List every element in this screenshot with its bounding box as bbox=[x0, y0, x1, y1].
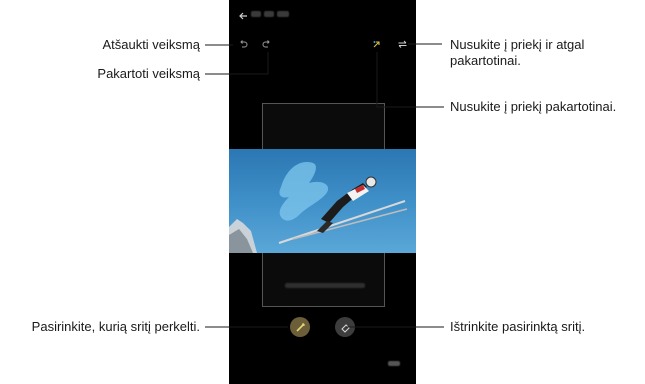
callout-forward: Nusukite į priekį pakartotinai. bbox=[450, 99, 617, 114]
callout-erase-area: Ištrinkite pasirinktą sritį. bbox=[450, 319, 586, 334]
eraser-icon bbox=[340, 323, 350, 333]
forward-repeat-icon[interactable] bbox=[372, 39, 382, 49]
back-arrow-icon[interactable] bbox=[238, 11, 248, 21]
callout-undo: Atšaukti veiksmą bbox=[102, 37, 200, 52]
eraser-button[interactable] bbox=[335, 317, 355, 337]
callout-select-area: Pasirinkite, kurią sritį perkelti. bbox=[31, 319, 200, 334]
brush-button[interactable] bbox=[290, 317, 310, 337]
brush-icon bbox=[295, 322, 305, 332]
callout-rewind-forward-line2: pakartotinai. bbox=[450, 53, 521, 68]
redo-icon[interactable] bbox=[262, 39, 272, 49]
done-button[interactable] bbox=[388, 361, 400, 366]
screen-title bbox=[251, 11, 289, 18]
callout-rewind-forward-line1: Nusukite į priekį ir atgal bbox=[450, 37, 585, 52]
loop-icon[interactable] bbox=[397, 39, 408, 49]
frame-caption bbox=[285, 283, 365, 288]
phone-screen bbox=[229, 0, 416, 384]
ski-jumper-photo bbox=[229, 149, 416, 253]
undo-icon[interactable] bbox=[238, 39, 248, 49]
callout-redo: Pakartoti veiksmą bbox=[97, 66, 200, 81]
